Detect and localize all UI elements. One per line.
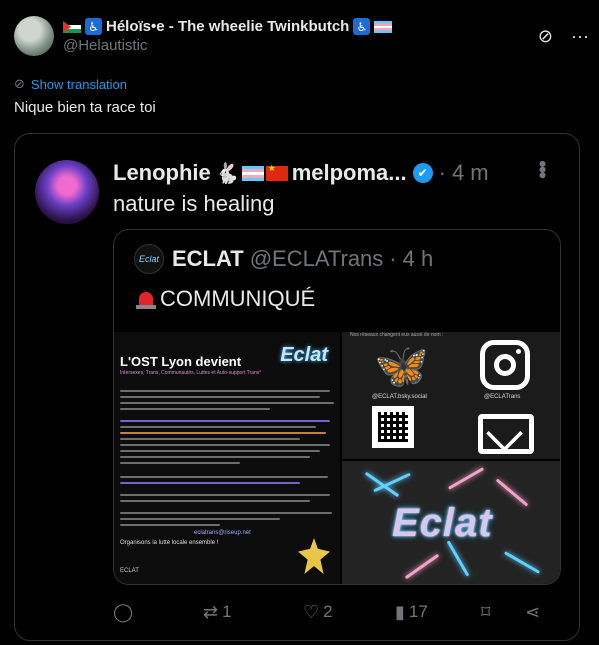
doc-text-line — [120, 524, 220, 526]
quote-display-name[interactable]: Lenophie — [113, 160, 211, 186]
siren-icon — [134, 288, 158, 310]
views-icon: ▮ — [395, 601, 405, 622]
sparkle-decoration — [404, 553, 440, 580]
more-icon[interactable]: ··· — [571, 26, 589, 47]
doc-text-line — [120, 512, 332, 514]
doc-email: eclatrans@riseup.net — [194, 530, 251, 536]
inner-text-row: COMMUNIQUÉ — [134, 286, 315, 312]
doc-text-line — [120, 482, 300, 484]
wheelchair-icon: ♿ — [353, 18, 371, 35]
china-flag-icon — [265, 163, 288, 181]
action-bar: ◯ ⇄ 1 ♡ 2 ▮ 17 ⌑ ⋖ — [113, 592, 561, 632]
bluesky-butterfly-icon: 🦋 — [374, 342, 429, 391]
doc-closing: Organisons la lutte locale ensemble ! — [120, 540, 219, 546]
inner-handle[interactable]: @ECLATrans — [250, 246, 384, 272]
doc-text-line — [120, 408, 270, 410]
qr-code-icon — [372, 406, 414, 448]
quote-timestamp[interactable]: 4 m — [452, 160, 489, 186]
trans-flag-icon — [241, 165, 264, 181]
eclat-logo: Eclat — [392, 501, 493, 545]
doc-text-line — [120, 462, 240, 464]
sparkle-decoration — [447, 467, 485, 490]
doc-logo: Eclat — [280, 344, 328, 366]
doc-text-line — [120, 450, 320, 452]
reply-button[interactable]: ◯ — [113, 602, 203, 623]
star-mascot-icon — [298, 538, 330, 574]
retweet-button[interactable]: ⇄ 1 — [203, 602, 303, 623]
show-translation-link[interactable]: Show translation — [31, 77, 127, 92]
verified-badge-icon: ✔ — [412, 163, 433, 183]
doc-text-line — [120, 494, 330, 496]
insta-handle: @ECLATrans — [484, 394, 521, 400]
doc-text-line — [120, 476, 328, 478]
quote-header: Lenophie 🐇 melpoma... ✔ · 4 m — [113, 158, 559, 188]
doc-text-line — [120, 500, 310, 502]
quote-avatar[interactable] — [35, 160, 99, 224]
doc-text-line — [120, 402, 334, 404]
media-grid: L'OST Lyon devient Intersexes, Trans, Co… — [114, 332, 560, 584]
inner-quoted-card[interactable]: Eclat ECLAT @ECLATrans · 4 h COMMUNIQUÉ … — [113, 229, 561, 585]
doc-text-line — [120, 518, 280, 520]
bookmark-icon: ⌑ — [481, 601, 491, 622]
post-header: ♿ Héloïs•e - The wheelie Twinkbutch ♿ @H… — [14, 14, 589, 58]
retweet-count: 1 — [222, 602, 232, 621]
author-handle[interactable]: @Helautistic — [63, 37, 538, 54]
like-button[interactable]: ♡ 2 — [303, 602, 395, 623]
grok-icon[interactable]: ⊘ — [538, 26, 553, 47]
bookmark-button[interactable]: ⌑ — [481, 602, 525, 623]
reply-icon: ◯ — [113, 601, 134, 622]
header-actions: ⊘ ··· — [538, 26, 589, 47]
translation-row[interactable]: ⊘ Show translation — [14, 76, 127, 92]
retweet-icon: ⇄ — [203, 601, 219, 622]
heart-icon: ♡ — [303, 601, 320, 622]
inner-time-separator: · — [389, 246, 397, 271]
trans-flag-icon — [374, 20, 393, 33]
doc-subtitle: Intersexes, Trans, Communautés, Luttes e… — [120, 370, 262, 376]
instagram-icon — [480, 340, 530, 390]
share-button[interactable]: ⋖ — [525, 602, 555, 623]
quote-display-name-2[interactable]: melpoma... — [292, 160, 407, 186]
quote-name-emojis: 🐇 — [215, 161, 288, 186]
author-name-row[interactable]: ♿ Héloïs•e - The wheelie Twinkbutch ♿ — [63, 18, 538, 35]
inner-header: Eclat ECLAT @ECLATrans · 4 h — [134, 244, 433, 274]
palestine-flag-icon — [63, 20, 81, 33]
post-text: Nique bien ta race toi — [14, 99, 156, 116]
doc-text-line — [120, 432, 326, 434]
avatar[interactable] — [14, 16, 54, 56]
doc-title: L'OST Lyon devient — [120, 354, 242, 369]
inner-text: COMMUNIQUÉ — [160, 286, 316, 311]
inner-avatar[interactable]: Eclat — [134, 244, 164, 274]
author-display-name[interactable]: Héloïs•e - The wheelie Twinkbutch — [106, 18, 349, 35]
author-block: ♿ Héloïs•e - The wheelie Twinkbutch ♿ @H… — [63, 18, 538, 54]
mail-icon — [478, 414, 534, 454]
inner-timestamp[interactable]: 4 h — [403, 246, 434, 272]
views-count: 17 — [408, 602, 428, 621]
doc-text-line — [120, 390, 330, 392]
like-count: 2 — [323, 602, 333, 621]
doc-footer: ECLAT — [120, 568, 139, 574]
translate-icon: ⊘ — [14, 76, 25, 91]
quote-more-icon[interactable]: ••• — [529, 160, 555, 177]
doc-text-line — [120, 456, 310, 458]
wheelchair-icon: ♿ — [85, 18, 102, 35]
sparkle-decoration — [503, 551, 541, 574]
views-button[interactable]: ▮ 17 — [395, 602, 481, 623]
media-image-communique[interactable]: L'OST Lyon devient Intersexes, Trans, Co… — [114, 332, 340, 584]
share-icon: ⋖ — [525, 601, 541, 622]
quote-time-separator: · — [438, 160, 446, 185]
sparkle-decoration — [495, 478, 529, 507]
doc-text-line — [120, 426, 316, 428]
inner-display-name[interactable]: ECLAT — [172, 246, 244, 272]
rabbit-icon: 🐇 — [214, 162, 240, 185]
bsky-handle: @ECLAT.bsky.social — [372, 394, 427, 400]
media-image-logo[interactable]: Eclat — [342, 461, 560, 584]
quote-text: nature is healing — [113, 191, 275, 216]
doc-text-line — [120, 438, 300, 440]
doc-text-line — [120, 444, 330, 446]
socials-header: Nos réseaux changent eux aussi de nom : — [350, 332, 444, 338]
doc-text-line — [120, 396, 320, 398]
quoted-tweet-card[interactable]: Lenophie 🐇 melpoma... ✔ · 4 m ••• nature… — [14, 133, 580, 641]
doc-text-line — [120, 420, 330, 422]
media-image-socials[interactable]: Nos réseaux changent eux aussi de nom : … — [342, 332, 560, 459]
